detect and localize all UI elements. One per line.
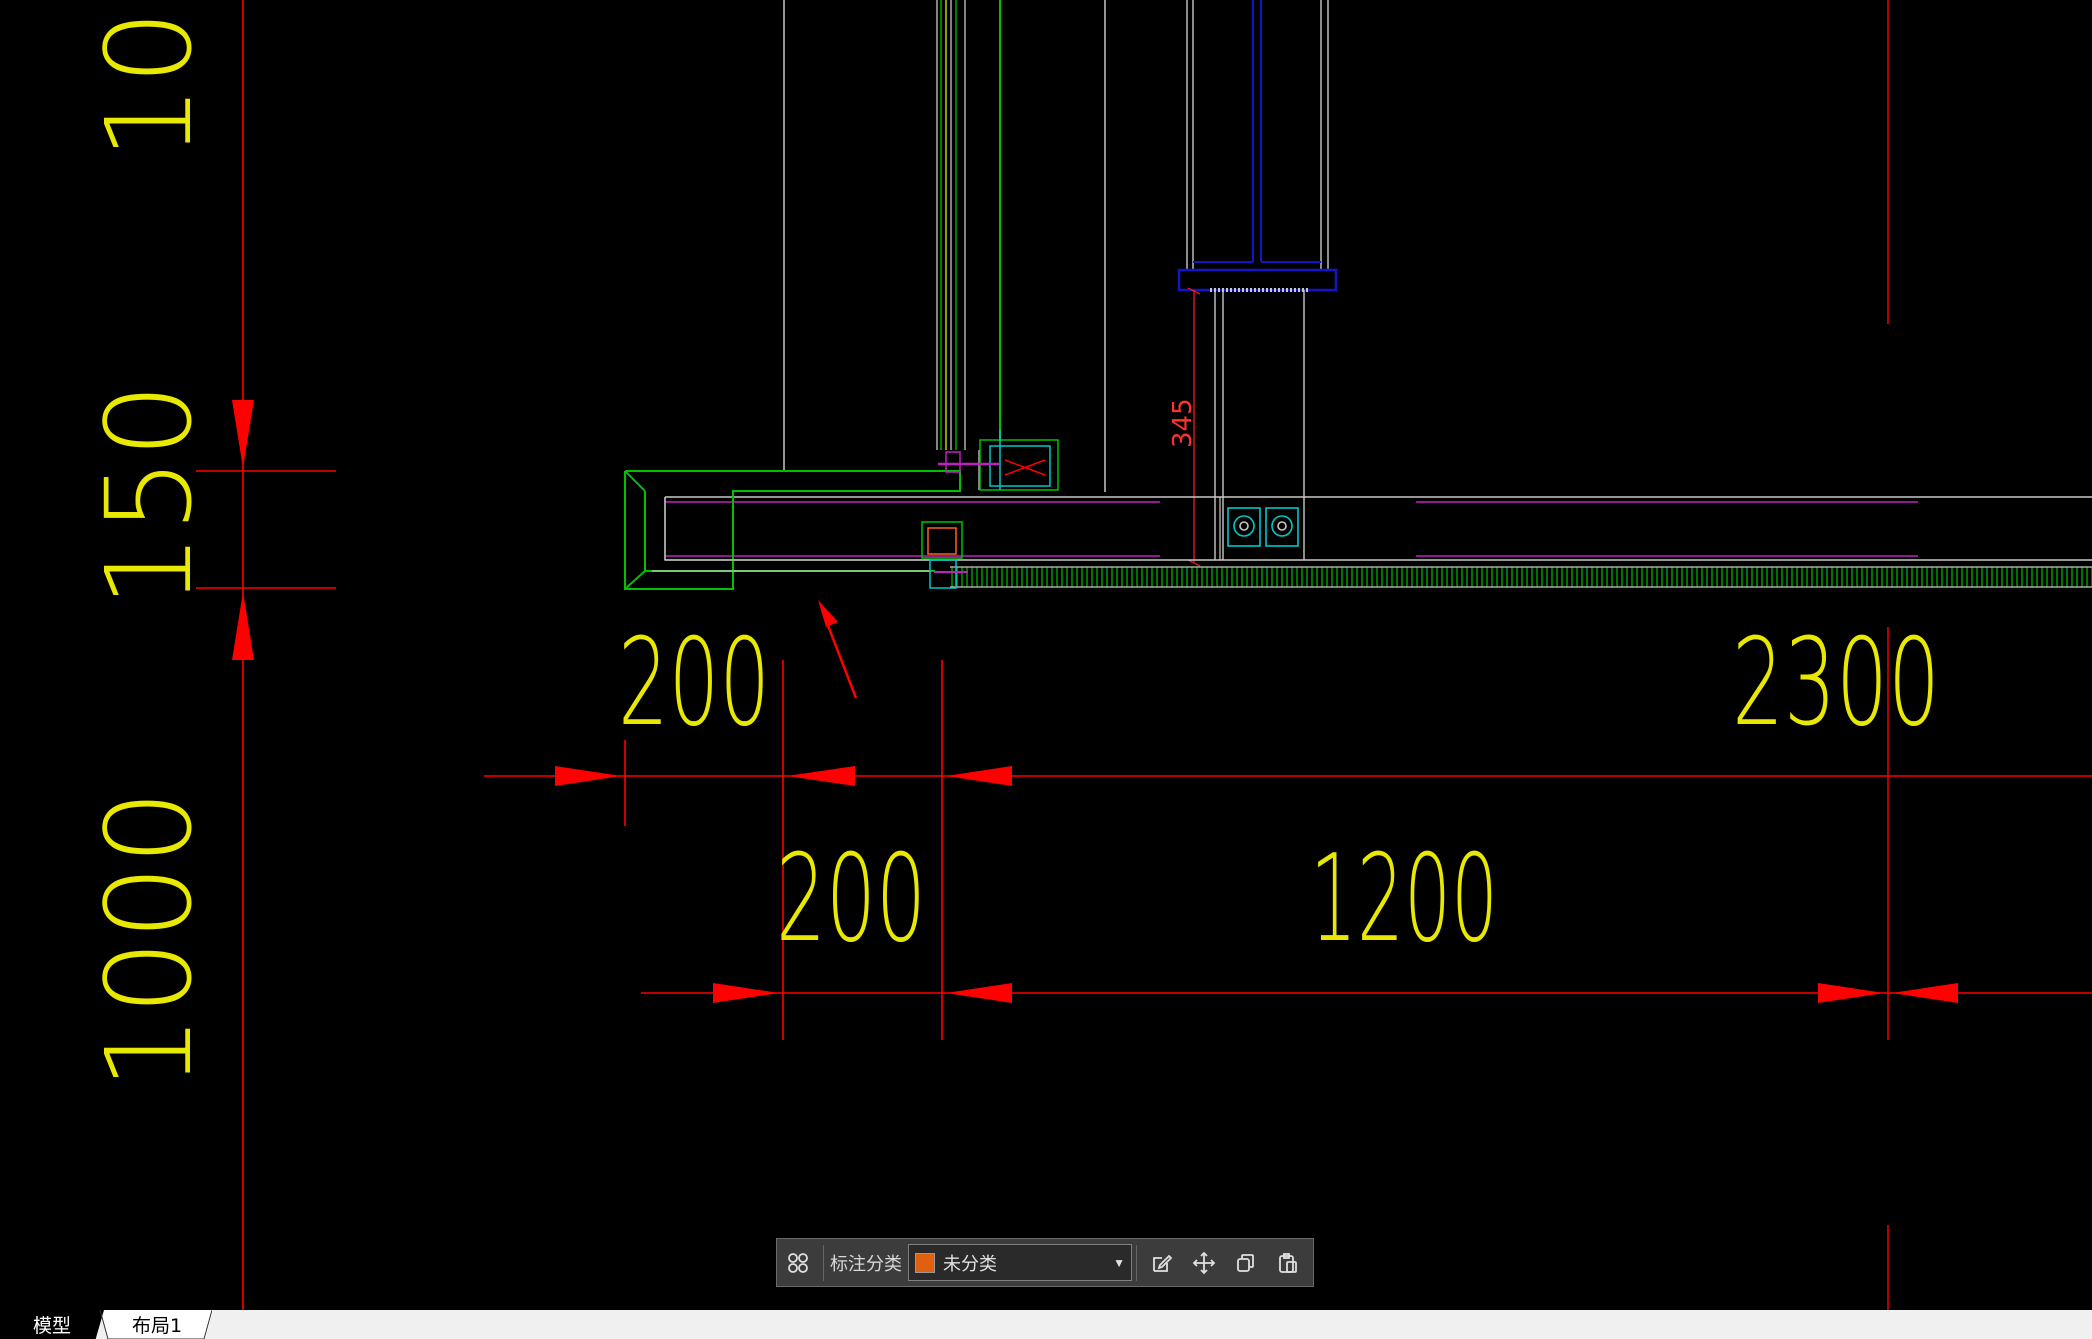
dim-text-1200: 1200 bbox=[1310, 830, 1498, 969]
move-icon[interactable] bbox=[1183, 1239, 1225, 1286]
copy-icon[interactable] bbox=[1225, 1239, 1267, 1286]
dim-text-2300: 2300 bbox=[1732, 614, 1940, 753]
dim-text-200-lower: 200 bbox=[776, 830, 926, 969]
dim-text-1000: 1000 bbox=[80, 790, 218, 1090]
cad-drawing-canvas[interactable]: 1050 150 1000 345 200 2300 200 1200 bbox=[0, 0, 2092, 1339]
dim-text-1050: 1050 bbox=[80, 0, 218, 160]
annotation-category-label: 标注分类 bbox=[830, 1253, 902, 1275]
layout-tab-bar: 布局1 模型 bbox=[0, 1310, 2092, 1339]
toolbar-separator bbox=[1136, 1244, 1137, 1281]
annotation-toolbar: 标注分类 未分类 ▼ bbox=[776, 1238, 1314, 1287]
dim-text-345: 345 bbox=[1168, 398, 1198, 448]
dim-text-150: 150 bbox=[80, 383, 218, 608]
tab-model[interactable]: 模型 bbox=[0, 1310, 104, 1339]
grid-icon[interactable] bbox=[777, 1239, 819, 1286]
category-dropdown[interactable]: 未分类 ▼ bbox=[908, 1244, 1132, 1281]
tab-layout1[interactable]: 布局1 bbox=[100, 1310, 213, 1339]
category-value: 未分类 bbox=[943, 1253, 997, 1275]
chevron-down-icon: ▼ bbox=[1113, 1255, 1125, 1270]
tab-model-label: 模型 bbox=[32, 1315, 71, 1337]
edit-icon[interactable] bbox=[1141, 1239, 1183, 1286]
hatched-floor bbox=[950, 566, 2092, 588]
category-color-swatch bbox=[915, 1252, 935, 1273]
tab-layout1-label: 布局1 bbox=[131, 1315, 183, 1337]
toolbar-separator bbox=[823, 1244, 824, 1281]
dim-text-200-upper: 200 bbox=[618, 614, 770, 753]
paste-icon[interactable] bbox=[1267, 1239, 1309, 1286]
